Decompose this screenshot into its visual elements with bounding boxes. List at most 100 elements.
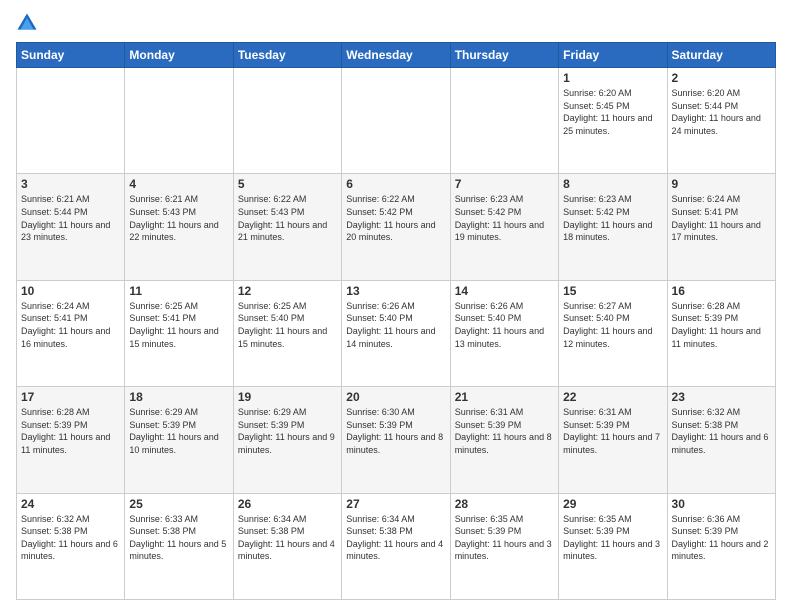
day-info: Sunrise: 6:21 AM Sunset: 5:43 PM Dayligh… — [129, 193, 228, 243]
day-info: Sunrise: 6:30 AM Sunset: 5:39 PM Dayligh… — [346, 406, 445, 456]
weekday-header-saturday: Saturday — [667, 43, 775, 68]
day-info: Sunrise: 6:29 AM Sunset: 5:39 PM Dayligh… — [238, 406, 337, 456]
day-info: Sunrise: 6:26 AM Sunset: 5:40 PM Dayligh… — [346, 300, 445, 350]
weekday-header-friday: Friday — [559, 43, 667, 68]
day-number: 25 — [129, 497, 228, 511]
weekday-header-monday: Monday — [125, 43, 233, 68]
day-number: 20 — [346, 390, 445, 404]
calendar-cell: 23 Sunrise: 6:32 AM Sunset: 5:38 PM Dayli… — [667, 387, 775, 493]
day-number: 14 — [455, 284, 554, 298]
day-number: 10 — [21, 284, 120, 298]
day-info: Sunrise: 6:23 AM Sunset: 5:42 PM Dayligh… — [563, 193, 662, 243]
day-info: Sunrise: 6:22 AM Sunset: 5:43 PM Dayligh… — [238, 193, 337, 243]
weekday-header-thursday: Thursday — [450, 43, 558, 68]
calendar-row-1: 1 Sunrise: 6:20 AM Sunset: 5:45 PM Daylig… — [17, 68, 776, 174]
day-info: Sunrise: 6:28 AM Sunset: 5:39 PM Dayligh… — [21, 406, 120, 456]
calendar-cell: 2 Sunrise: 6:20 AM Sunset: 5:44 PM Daylig… — [667, 68, 775, 174]
weekday-header-row: SundayMondayTuesdayWednesdayThursdayFrid… — [17, 43, 776, 68]
calendar-cell: 28 Sunrise: 6:35 AM Sunset: 5:39 PM Dayli… — [450, 493, 558, 599]
calendar-cell: 26 Sunrise: 6:34 AM Sunset: 5:38 PM Dayli… — [233, 493, 341, 599]
day-number: 12 — [238, 284, 337, 298]
day-info: Sunrise: 6:26 AM Sunset: 5:40 PM Dayligh… — [455, 300, 554, 350]
calendar-cell: 11 Sunrise: 6:25 AM Sunset: 5:41 PM Dayli… — [125, 280, 233, 386]
calendar-row-5: 24 Sunrise: 6:32 AM Sunset: 5:38 PM Dayli… — [17, 493, 776, 599]
day-number: 23 — [672, 390, 771, 404]
day-number: 21 — [455, 390, 554, 404]
day-info: Sunrise: 6:35 AM Sunset: 5:39 PM Dayligh… — [563, 513, 662, 563]
calendar-cell — [17, 68, 125, 174]
day-number: 9 — [672, 177, 771, 191]
day-number: 1 — [563, 71, 662, 85]
day-info: Sunrise: 6:32 AM Sunset: 5:38 PM Dayligh… — [21, 513, 120, 563]
day-number: 17 — [21, 390, 120, 404]
day-number: 22 — [563, 390, 662, 404]
day-number: 30 — [672, 497, 771, 511]
day-info: Sunrise: 6:27 AM Sunset: 5:40 PM Dayligh… — [563, 300, 662, 350]
day-info: Sunrise: 6:33 AM Sunset: 5:38 PM Dayligh… — [129, 513, 228, 563]
calendar-cell — [450, 68, 558, 174]
calendar-cell: 18 Sunrise: 6:29 AM Sunset: 5:39 PM Dayli… — [125, 387, 233, 493]
calendar-cell: 19 Sunrise: 6:29 AM Sunset: 5:39 PM Dayli… — [233, 387, 341, 493]
day-info: Sunrise: 6:24 AM Sunset: 5:41 PM Dayligh… — [21, 300, 120, 350]
calendar-row-2: 3Sunrise: 6:21 AM Sunset: 5:44 PM Daylig… — [17, 174, 776, 280]
calendar-cell: 7Sunrise: 6:23 AM Sunset: 5:42 PM Daylig… — [450, 174, 558, 280]
weekday-header-tuesday: Tuesday — [233, 43, 341, 68]
day-info: Sunrise: 6:29 AM Sunset: 5:39 PM Dayligh… — [129, 406, 228, 456]
calendar-cell — [342, 68, 450, 174]
day-number: 19 — [238, 390, 337, 404]
calendar-cell: 16 Sunrise: 6:28 AM Sunset: 5:39 PM Dayli… — [667, 280, 775, 386]
day-number: 2 — [672, 71, 771, 85]
weekday-header-wednesday: Wednesday — [342, 43, 450, 68]
day-number: 16 — [672, 284, 771, 298]
calendar-cell: 25 Sunrise: 6:33 AM Sunset: 5:38 PM Dayli… — [125, 493, 233, 599]
day-number: 6 — [346, 177, 445, 191]
page: SundayMondayTuesdayWednesdayThursdayFrid… — [0, 0, 792, 612]
calendar-cell: 9 Sunrise: 6:24 AM Sunset: 5:41 PM Daylig… — [667, 174, 775, 280]
day-info: Sunrise: 6:24 AM Sunset: 5:41 PM Dayligh… — [672, 193, 771, 243]
day-number: 18 — [129, 390, 228, 404]
day-number: 24 — [21, 497, 120, 511]
day-number: 13 — [346, 284, 445, 298]
day-info: Sunrise: 6:23 AM Sunset: 5:42 PM Dayligh… — [455, 193, 554, 243]
header — [16, 12, 776, 34]
day-number: 26 — [238, 497, 337, 511]
calendar-cell: 14 Sunrise: 6:26 AM Sunset: 5:40 PM Dayli… — [450, 280, 558, 386]
day-number: 29 — [563, 497, 662, 511]
day-info: Sunrise: 6:34 AM Sunset: 5:38 PM Dayligh… — [238, 513, 337, 563]
day-info: Sunrise: 6:32 AM Sunset: 5:38 PM Dayligh… — [672, 406, 771, 456]
day-info: Sunrise: 6:31 AM Sunset: 5:39 PM Dayligh… — [563, 406, 662, 456]
day-info: Sunrise: 6:25 AM Sunset: 5:41 PM Dayligh… — [129, 300, 228, 350]
day-info: Sunrise: 6:20 AM Sunset: 5:44 PM Dayligh… — [672, 87, 771, 137]
calendar-cell: 15 Sunrise: 6:27 AM Sunset: 5:40 PM Dayli… — [559, 280, 667, 386]
calendar-row-4: 17 Sunrise: 6:28 AM Sunset: 5:39 PM Dayli… — [17, 387, 776, 493]
day-info: Sunrise: 6:35 AM Sunset: 5:39 PM Dayligh… — [455, 513, 554, 563]
day-number: 11 — [129, 284, 228, 298]
day-info: Sunrise: 6:22 AM Sunset: 5:42 PM Dayligh… — [346, 193, 445, 243]
calendar-cell: 10 Sunrise: 6:24 AM Sunset: 5:41 PM Dayli… — [17, 280, 125, 386]
day-number: 28 — [455, 497, 554, 511]
day-info: Sunrise: 6:25 AM Sunset: 5:40 PM Dayligh… — [238, 300, 337, 350]
calendar-cell: 3Sunrise: 6:21 AM Sunset: 5:44 PM Daylig… — [17, 174, 125, 280]
day-number: 27 — [346, 497, 445, 511]
calendar-cell: 30 Sunrise: 6:36 AM Sunset: 5:39 PM Dayli… — [667, 493, 775, 599]
calendar-cell: 21 Sunrise: 6:31 AM Sunset: 5:39 PM Dayli… — [450, 387, 558, 493]
day-number: 5 — [238, 177, 337, 191]
calendar-cell — [233, 68, 341, 174]
day-number: 3 — [21, 177, 120, 191]
calendar-cell: 5 Sunrise: 6:22 AM Sunset: 5:43 PM Daylig… — [233, 174, 341, 280]
day-info: Sunrise: 6:36 AM Sunset: 5:39 PM Dayligh… — [672, 513, 771, 563]
calendar-cell — [125, 68, 233, 174]
calendar-cell: 12 Sunrise: 6:25 AM Sunset: 5:40 PM Dayli… — [233, 280, 341, 386]
calendar-cell: 1 Sunrise: 6:20 AM Sunset: 5:45 PM Daylig… — [559, 68, 667, 174]
calendar-table: SundayMondayTuesdayWednesdayThursdayFrid… — [16, 42, 776, 600]
day-info: Sunrise: 6:28 AM Sunset: 5:39 PM Dayligh… — [672, 300, 771, 350]
day-number: 15 — [563, 284, 662, 298]
logo-icon — [16, 12, 38, 34]
calendar-cell: 13 Sunrise: 6:26 AM Sunset: 5:40 PM Dayli… — [342, 280, 450, 386]
day-info: Sunrise: 6:20 AM Sunset: 5:45 PM Dayligh… — [563, 87, 662, 137]
calendar-cell: 8Sunrise: 6:23 AM Sunset: 5:42 PM Daylig… — [559, 174, 667, 280]
day-info: Sunrise: 6:31 AM Sunset: 5:39 PM Dayligh… — [455, 406, 554, 456]
calendar-cell: 4Sunrise: 6:21 AM Sunset: 5:43 PM Daylig… — [125, 174, 233, 280]
weekday-header-sunday: Sunday — [17, 43, 125, 68]
calendar-row-3: 10 Sunrise: 6:24 AM Sunset: 5:41 PM Dayli… — [17, 280, 776, 386]
